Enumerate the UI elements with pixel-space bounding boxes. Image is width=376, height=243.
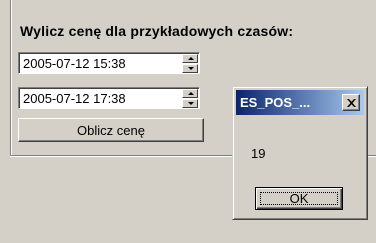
calculate-price-label: Oblicz cenę <box>77 122 145 138</box>
focus-rectangle <box>260 192 338 205</box>
group-title: Wylicz cenę dla przykładowych czasów: <box>20 23 294 39</box>
triangle-up-icon <box>188 57 194 60</box>
start-spin-up-button[interactable] <box>182 54 198 63</box>
triangle-down-icon <box>188 67 194 70</box>
ok-button[interactable]: OK <box>255 187 343 210</box>
start-spin-down-button[interactable] <box>182 64 198 73</box>
calculate-price-button[interactable]: Oblicz cenę <box>18 118 204 142</box>
message-dialog: ES_POS_... 19 OK <box>232 86 368 220</box>
end-datetime-spinner <box>182 89 198 108</box>
close-icon <box>346 98 356 107</box>
end-datetime-picker[interactable]: 2005-07-12 17:38 <box>18 87 200 109</box>
start-datetime-picker[interactable]: 2005-07-12 15:38 <box>18 52 200 74</box>
end-spin-down-button[interactable] <box>182 99 198 108</box>
start-datetime-value[interactable]: 2005-07-12 15:38 <box>23 56 126 71</box>
end-spin-up-button[interactable] <box>182 89 198 98</box>
end-datetime-value[interactable]: 2005-07-12 17:38 <box>23 91 126 106</box>
dialog-titlebar[interactable]: ES_POS_... <box>236 90 364 115</box>
triangle-up-icon <box>188 92 194 95</box>
dialog-close-button[interactable] <box>342 94 360 111</box>
dialog-title: ES_POS_... <box>240 95 311 110</box>
triangle-down-icon <box>188 102 194 105</box>
start-datetime-spinner <box>182 54 198 73</box>
dialog-message: 19 <box>251 146 266 161</box>
